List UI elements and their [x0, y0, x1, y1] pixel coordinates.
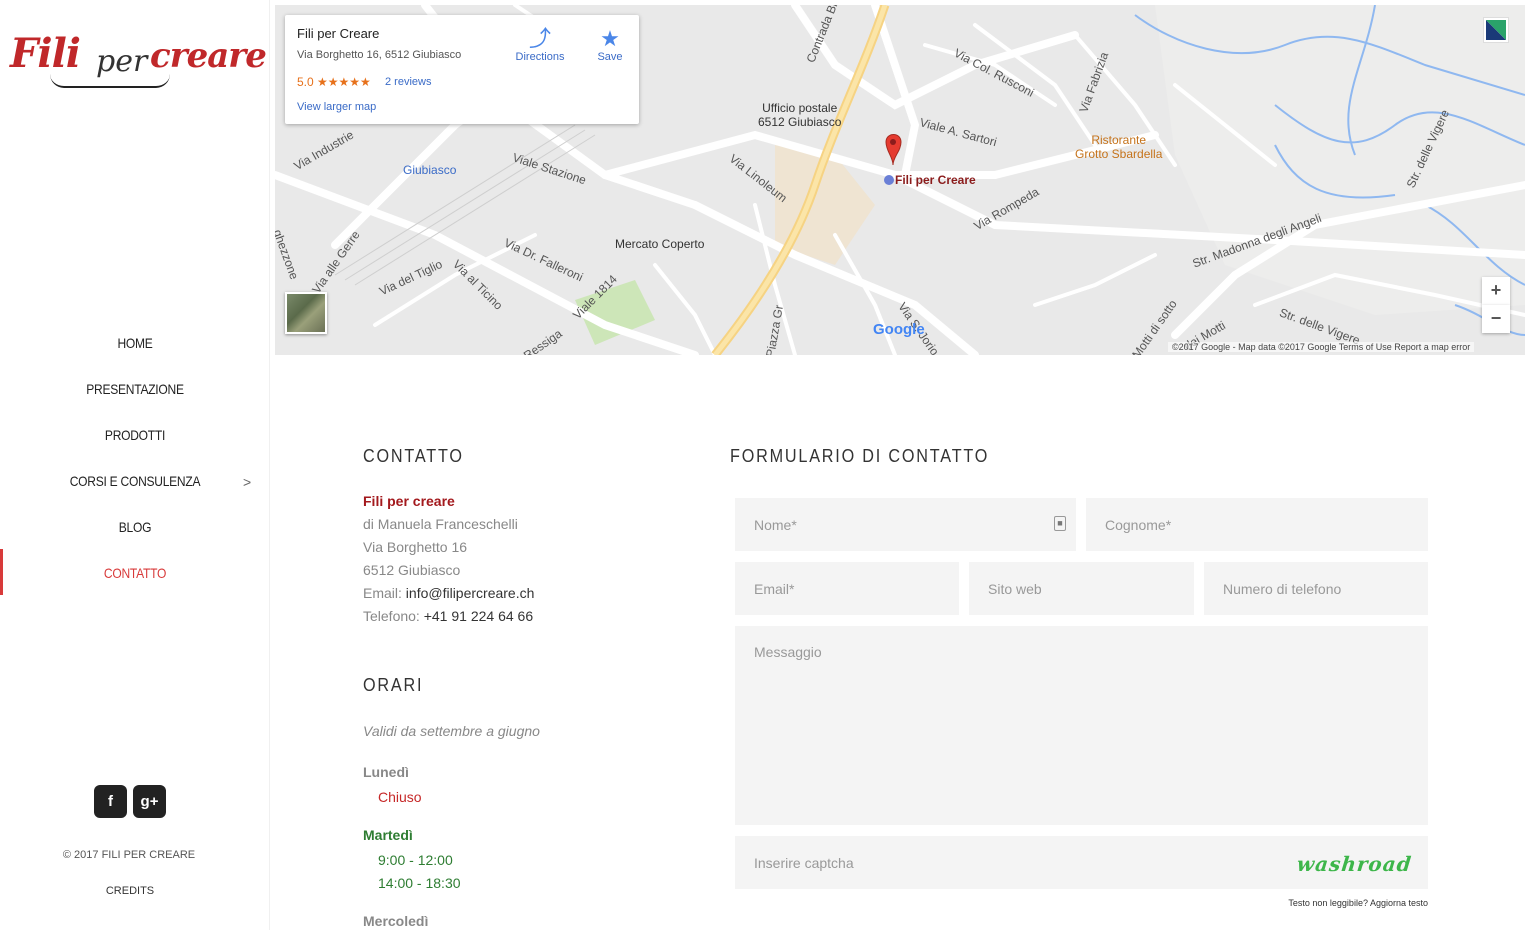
phone-input[interactable]: Numero di telefono [1204, 562, 1428, 615]
day-label: Martedì [363, 827, 413, 843]
nav-item-presentazione[interactable]: PRESENTAZIONE [19, 366, 251, 412]
main-nav: HOME PRESENTAZIONE PRODOTTI CORSI E CONS… [0, 320, 270, 596]
save-label: Save [597, 51, 623, 63]
hours-label: 14:00 - 18:30 [378, 875, 461, 891]
zoom-out-button[interactable]: − [1482, 305, 1510, 333]
place-reviews-link[interactable]: 2 reviews [385, 76, 431, 88]
contact-card-icon[interactable]: ■ [1054, 516, 1066, 531]
orari-note: Validi da settembre a giugno [363, 723, 540, 739]
captcha-refresh-link[interactable]: Testo non leggibile? Aggiorna testo [1120, 898, 1428, 908]
map-poi-giubiasco-station[interactable]: Giubiasco [403, 163, 456, 177]
street-address: Via Borghetto 16 [363, 539, 468, 555]
website-input[interactable]: Sito web [969, 562, 1194, 615]
nav-item-home[interactable]: HOME [19, 320, 251, 366]
owner-name: di Manuela Franceschelli [363, 516, 518, 532]
google-logo-text: Google [873, 321, 925, 338]
logo-text-creare: creare [150, 36, 267, 76]
nav-item-corsi-consulenza[interactable]: CORSI E CONSULENZA [19, 458, 251, 504]
map-attribution[interactable]: ©2017 Google - Map data ©2017 Google Ter… [1168, 342, 1475, 352]
map-plugin-logo-icon [1483, 17, 1509, 43]
contatto-heading: CONTATTO [363, 446, 464, 466]
hours-label: Chiuso [378, 789, 422, 805]
email-label: Email: [363, 585, 402, 601]
nav-item-blog[interactable]: BLOG [19, 504, 251, 550]
copyright-text: © 2017 FILI PER CREARE [62, 849, 196, 861]
map-poi-mercato-coperto[interactable]: Mercato Coperto [615, 237, 704, 251]
hours-label: 9:00 - 12:00 [378, 852, 453, 868]
nome-input[interactable]: Nome* [735, 498, 1076, 551]
nav-active-indicator [0, 549, 3, 595]
place-address: Via Borghetto 16, 6512 Giubiasco [297, 49, 462, 61]
save-button[interactable]: ★ Save [590, 26, 630, 64]
orari-heading: ORARI [363, 675, 424, 695]
captcha-image: washroad [1295, 852, 1414, 876]
cognome-input[interactable]: Cognome* [1086, 498, 1428, 551]
map-info-card: Fili per Creare Via Borghetto 16, 6512 G… [285, 15, 639, 124]
directions-button[interactable]: ⤴ Directions [510, 26, 570, 64]
nav-item-prodotti[interactable]: PRODOTTI [19, 412, 251, 458]
phone-row: Telefono: +41 91 224 64 66 [363, 605, 534, 628]
google-logo: Google [873, 321, 925, 338]
social-links: f g+ [94, 785, 166, 818]
message-textarea[interactable]: Messaggio [735, 626, 1428, 825]
map-poi-ristorante[interactable]: Ristorante Grotto Sbardella [1075, 133, 1162, 161]
logo-text-fili: Fili [10, 30, 81, 77]
day-label: Lunedì [363, 764, 409, 780]
directions-label: Directions [515, 51, 565, 63]
directions-icon: ⤴ [528, 26, 551, 51]
day-label: Mercoledì [363, 913, 429, 929]
email-link[interactable]: info@filipercreare.ch [406, 585, 535, 601]
view-larger-map-link[interactable]: View larger map [297, 101, 376, 113]
star-icon: ★ [600, 26, 620, 51]
google-plus-icon[interactable]: g+ [133, 785, 166, 818]
sidebar: Fili per creare HOME PRESENTAZIONE PRODO… [0, 0, 270, 930]
place-name: Fili per Creare [297, 26, 380, 41]
phone-link[interactable]: +41 91 224 64 66 [424, 608, 533, 624]
nav-item-contatto[interactable]: CONTATTO [19, 550, 251, 596]
map-poi-ufficio-postale[interactable]: Ufficio postale 6512 Giubiasco [758, 101, 841, 129]
phone-label: Telefono: [363, 608, 420, 624]
company-name: Fili per creare [363, 493, 455, 509]
email-row: Email: info@filipercreare.ch [363, 582, 534, 605]
city-address: 6512 Giubiasco [363, 562, 461, 578]
map-marker-label[interactable]: Fili per Creare [895, 173, 976, 187]
zoom-in-button[interactable]: + [1482, 277, 1510, 305]
logo-thread-icon [50, 74, 170, 88]
google-map[interactable]: Contrada Bissa Via Col. Rusconi Viale A.… [275, 5, 1525, 355]
facebook-icon[interactable]: f [94, 785, 127, 818]
chevron-right-icon[interactable]: > [243, 474, 251, 490]
credits-link[interactable]: CREDITS [0, 885, 260, 897]
site-logo[interactable]: Fili per creare [10, 30, 267, 100]
satellite-toggle[interactable] [285, 292, 327, 334]
form-heading: FORMULARIO DI CONTATTO [730, 446, 990, 466]
place-rating: 5.0 ★★★★★ [297, 75, 371, 89]
contact-info: Fili per creare di Manuela Franceschelli… [363, 490, 534, 628]
email-input[interactable]: Email* [735, 562, 959, 615]
